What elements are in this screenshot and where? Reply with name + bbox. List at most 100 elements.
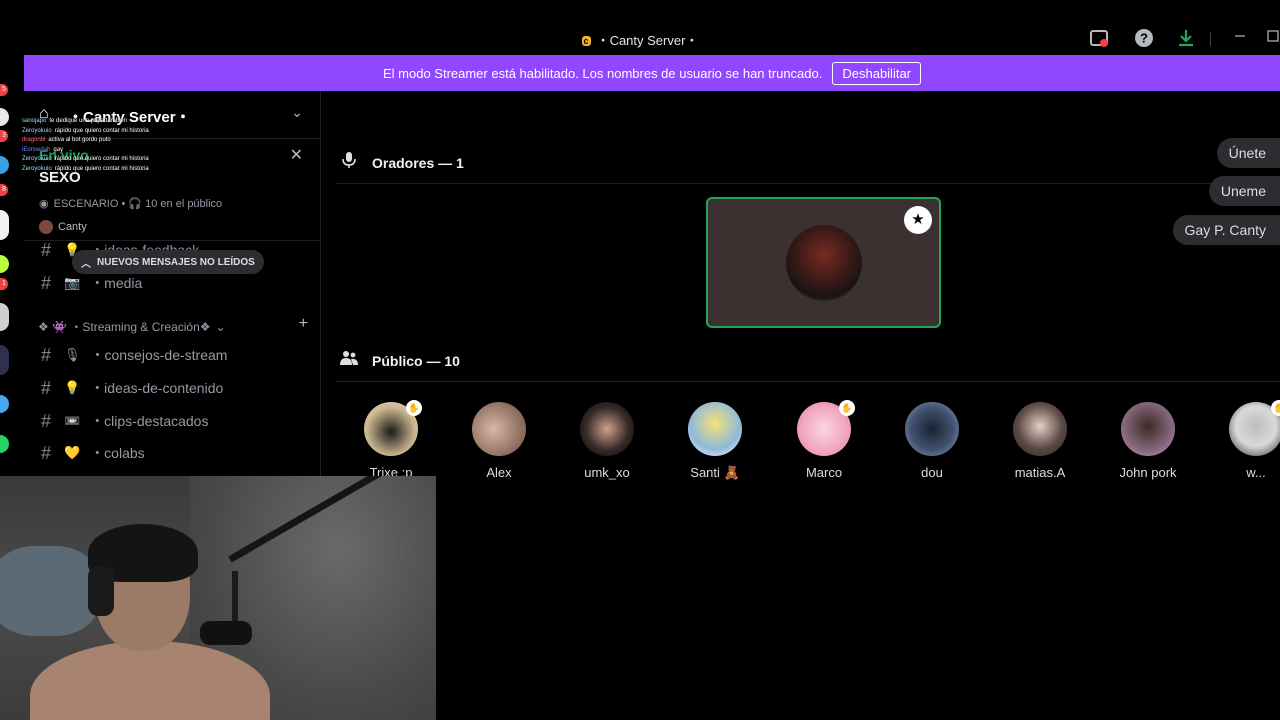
channel-clips-destacados[interactable]: # 📼 ・clips-destacados	[38, 408, 308, 434]
server-icon[interactable]	[0, 108, 9, 126]
chat-line: Zeroyokuio rápido que quiero contar mi hi…	[22, 155, 152, 165]
chat-line: Zeroyokuio rápido que quiero contar mi hi…	[22, 165, 152, 175]
audience-header-label: Público — 10	[372, 352, 460, 369]
inbox-icon[interactable]	[1088, 28, 1110, 50]
channel-name: ・clips-destacados	[90, 413, 209, 429]
channel-ideas-de-contenido[interactable]: # 💡 ・ideas-de-contenido	[38, 375, 308, 401]
audience-member[interactable]: matias.A	[1000, 402, 1080, 480]
chat-line: dragonbl activa al bot gordo puto	[22, 136, 152, 146]
server-icon[interactable]	[0, 156, 9, 174]
hash-icon: #	[40, 239, 51, 260]
channel-consejos-de-stream[interactable]: # 🎙 ・consejos-de-stream	[38, 342, 308, 368]
hash-icon: #	[40, 272, 51, 293]
maximize-icon[interactable]	[1262, 28, 1280, 50]
chevron-down-icon: ⌄	[215, 319, 226, 334]
chat-text: activa al bot gordo puto	[48, 137, 111, 144]
server-rail: 5 3 8 1	[0, 60, 10, 480]
headphones-icon	[88, 566, 114, 616]
disable-streamer-mode-button[interactable]: Deshabilitar	[832, 61, 922, 85]
minimize-icon[interactable]	[1229, 28, 1251, 50]
chat-user: sanojapo	[22, 118, 47, 124]
user-chip[interactable]: Uneme	[1208, 176, 1280, 206]
speaker-tile[interactable]: ★	[706, 197, 941, 328]
notification-badge: 3	[0, 130, 8, 142]
chat-text: rápido que quiero contar mi historia	[54, 165, 149, 172]
channel-name: ・colabs	[90, 445, 145, 461]
microphone	[200, 621, 252, 645]
server-badge: c	[581, 36, 591, 46]
moderator-star-icon: ★	[904, 206, 932, 234]
chat-user: Zeroyokuio	[22, 165, 52, 172]
avatar: ✋	[364, 400, 422, 456]
avatar	[905, 402, 959, 456]
avatar	[39, 220, 53, 234]
user-chip[interactable]: Únete	[1216, 138, 1280, 168]
channel-emoji: 📷	[64, 275, 81, 290]
stage-main: Oradores — 1 ★ Únete Uneme Gay P. Canty …	[322, 91, 1280, 720]
chat-text: te dedique una papa también	[49, 118, 128, 124]
chevron-up-icon: ︿	[81, 258, 91, 270]
avatar	[580, 402, 634, 456]
chat-user: Zeroyokuio	[22, 127, 52, 134]
add-channel-icon[interactable]: +	[299, 315, 308, 333]
audience-name: w...	[1246, 465, 1266, 480]
svg-text:?: ?	[1140, 31, 1148, 46]
server-icon[interactable]	[0, 210, 9, 240]
stage-speaker[interactable]: Canty	[39, 220, 87, 234]
hash-icon: #	[40, 442, 51, 463]
divider	[336, 183, 1280, 184]
audience-member[interactable]: John pork	[1108, 402, 1188, 480]
user-chip[interactable]: Gay P. Canty	[1172, 215, 1280, 245]
audience-member[interactable]: ✋ Marco	[784, 400, 864, 480]
hand-raised-icon: ✋	[406, 400, 422, 416]
chat-line: Zeroyokuio rápido que quiero contar mi hi…	[22, 127, 152, 137]
chevron-down-icon[interactable]: ⌄	[291, 104, 303, 121]
chat-text: gay	[53, 146, 64, 153]
webcam-feed	[0, 476, 436, 720]
audience-member[interactable]: dou	[892, 402, 972, 480]
hash-icon: #	[40, 344, 51, 365]
channel-media[interactable]: # 📷 ・media	[38, 270, 308, 296]
server-icon[interactable]	[0, 303, 9, 331]
chat-user: iEonsedah	[22, 146, 51, 153]
chat-user: Zeroyokuio	[22, 156, 52, 163]
chat-user: dragonbl	[22, 137, 46, 144]
microphone-icon	[340, 151, 358, 174]
audience-member[interactable]: Alex	[459, 402, 539, 480]
chat-text: rápido que quiero contar mi historia	[54, 156, 149, 163]
audience-member[interactable]: Santi 🧸	[675, 402, 755, 481]
help-icon[interactable]: ?	[1133, 28, 1155, 50]
server-icon[interactable]	[0, 345, 9, 375]
avatar	[1121, 402, 1175, 456]
server-icon[interactable]	[0, 255, 9, 273]
audience-member[interactable]: umk_xo	[567, 402, 647, 480]
channel-name: ・media	[90, 275, 143, 291]
avatar: ✋	[1229, 400, 1280, 456]
people-icon	[340, 350, 358, 371]
notification-badge: 1	[0, 278, 8, 290]
speakers-header-label: Oradores — 1	[372, 154, 464, 171]
audience-member[interactable]: ✋ w...	[1216, 400, 1280, 480]
unread-pill-label: NUEVOS MENSAJES NO LEÍDOS	[97, 256, 255, 268]
avatar	[786, 225, 862, 301]
stage-meta-text: ESCENARIO • 🎧 10 en el público	[53, 198, 223, 210]
server-icon[interactable]	[0, 435, 9, 453]
server-icon[interactable]	[0, 395, 9, 413]
audience-member[interactable]: ✋ Trixe :p	[351, 400, 431, 480]
channel-colabs[interactable]: # 💛 ・colabs	[38, 440, 308, 466]
divider	[336, 381, 1280, 382]
stage-speaker-name: Canty	[58, 221, 87, 233]
channel-emoji: 💛	[64, 445, 81, 460]
hash-icon: #	[40, 410, 51, 431]
close-icon[interactable]: ✕	[290, 145, 303, 165]
audience-name: dou	[921, 465, 943, 480]
hash-icon: #	[40, 377, 51, 398]
audience-name: umk_xo	[584, 465, 630, 480]
titlebar-divider	[1210, 32, 1211, 46]
webcam-poster	[0, 546, 100, 636]
category-streaming-creacion[interactable]: ❖ 👾 ・Streaming & Creación❖ ⌄ +	[38, 315, 308, 335]
download-icon[interactable]	[1175, 28, 1197, 50]
avatar	[1013, 402, 1067, 456]
chat-line: sanojapo te dedique una papa también	[22, 117, 152, 127]
channel-name: ・ideas-de-contenido	[90, 380, 224, 396]
